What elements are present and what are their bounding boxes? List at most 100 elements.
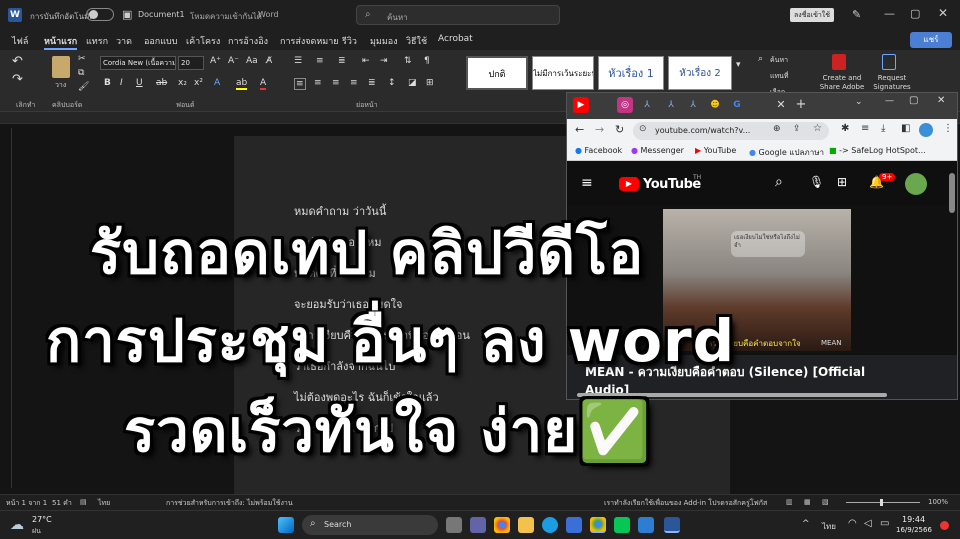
tab-file[interactable]: ไฟล์ (12, 34, 28, 48)
tab-app-icon[interactable]: ⅄ (639, 97, 655, 113)
justify-icon[interactable]: ≡ (350, 78, 358, 88)
tab-references[interactable]: การอ้างอิง (228, 34, 268, 48)
tab-app-icon[interactable]: ⅄ (663, 97, 679, 113)
weather-temp[interactable]: 27°C (32, 515, 52, 524)
youtube-logo-icon[interactable]: ▶ (619, 177, 639, 191)
text-effects-icon[interactable]: A (214, 78, 220, 88)
tab-layout[interactable]: เค้าโครง (186, 34, 220, 48)
restore-icon[interactable]: ▢ (910, 7, 920, 20)
task-view-icon[interactable] (446, 517, 462, 533)
chrome-menu-icon[interactable]: ⋮ (943, 123, 953, 134)
store-icon[interactable] (566, 517, 582, 533)
undo-icon[interactable]: ↶ (12, 54, 23, 69)
sort-icon[interactable]: ⇅ (404, 56, 412, 66)
chrome-icon[interactable] (494, 517, 510, 533)
font-name-select[interactable]: Cordia New (เนื้อความ (100, 56, 176, 70)
playlist-icon[interactable]: ≡ (861, 123, 869, 134)
close-icon[interactable]: ✕ (938, 6, 948, 20)
cut-icon[interactable]: ✂ (78, 54, 86, 64)
redo-icon[interactable]: ↷ (12, 72, 23, 87)
wifi-icon[interactable]: ◠ (848, 518, 857, 529)
tray-chevron-icon[interactable]: ^ (802, 519, 810, 529)
bullets-icon[interactable]: ☰ (294, 56, 302, 66)
find-label[interactable]: ค้นหา (770, 55, 788, 66)
share-icon[interactable]: ⇪ (793, 124, 801, 134)
autosave-toggle[interactable] (86, 8, 114, 21)
active-tab-close-icon[interactable]: ✕ (773, 97, 789, 113)
proofing-icon[interactable]: ▤ (80, 498, 87, 506)
request-sig-label[interactable]: Request Signatures (872, 74, 912, 92)
new-tab-icon[interactable]: + (793, 97, 809, 113)
subscript-button[interactable]: x₂ (178, 78, 187, 88)
bookmark-facebook[interactable]: ● Facebook (575, 146, 622, 155)
line-icon[interactable] (614, 517, 630, 533)
superscript-button[interactable]: x² (194, 78, 203, 88)
chrome-restore-icon[interactable]: ▢ (909, 95, 918, 106)
tab-draw[interactable]: วาด (116, 34, 132, 48)
minimize-icon[interactable]: — (884, 7, 895, 20)
request-signatures-icon[interactable] (882, 54, 896, 70)
weather-icon[interactable]: ☁ (10, 517, 24, 533)
back-icon[interactable]: ← (575, 123, 584, 136)
tab-help[interactable]: วิธีใช้ (406, 34, 427, 48)
tab-app-icon[interactable]: ⅄ (685, 97, 701, 113)
reload-icon[interactable]: ↻ (615, 123, 624, 136)
share-button[interactable]: แชร์ (910, 32, 952, 48)
print-layout-icon[interactable]: ▦ (804, 498, 811, 506)
borders-icon[interactable]: ⊞ (426, 78, 434, 88)
bookmark-translate[interactable]: ● Google แปลภาษา (749, 146, 824, 159)
format-painter-icon[interactable]: 🖌 (78, 82, 89, 92)
teams-icon[interactable] (470, 517, 486, 533)
tab-google-icon[interactable]: G (729, 97, 745, 113)
copy-icon[interactable]: ⧉ (78, 68, 84, 78)
download-icon[interactable]: ⤓ (881, 123, 885, 134)
increase-indent-icon[interactable]: ⇥ (380, 56, 388, 66)
hamburger-icon[interactable]: ≡ (581, 175, 593, 191)
zoom-icon[interactable]: ⊕ (773, 124, 781, 134)
tab-youtube-icon[interactable]: ▶ (573, 97, 589, 113)
tab-acrobat[interactable]: Acrobat (438, 34, 473, 44)
sidepanel-icon[interactable]: ◧ (901, 123, 910, 134)
style-no-spacing[interactable]: ไม่มีการเว้นระยะห่ (532, 56, 594, 90)
star-icon[interactable]: ☆ (813, 123, 822, 134)
bookmark-messenger[interactable]: ● Messenger (631, 146, 684, 155)
change-case-icon[interactable]: Aa (246, 56, 258, 66)
tab-design[interactable]: ออกแบบ (144, 34, 178, 48)
tab-home[interactable]: หน้าแรก (44, 34, 78, 50)
photos-icon[interactable] (638, 517, 654, 533)
bookmark-youtube[interactable]: ▶ YouTube (695, 146, 736, 155)
align-right-icon[interactable]: ≡ (332, 78, 340, 88)
word-count[interactable]: 51 คำ (52, 498, 72, 509)
accessibility-status[interactable]: การช่วยสำหรับการเข้าถึง: ไม่พร้อมใช้งาน (166, 498, 293, 509)
italic-button[interactable]: I (120, 78, 123, 88)
battery-icon[interactable]: ▭ (880, 518, 889, 529)
decrease-indent-icon[interactable]: ⇤ (362, 56, 370, 66)
language[interactable]: ไทย (98, 498, 110, 509)
clear-format-icon[interactable]: A̸ (266, 56, 272, 66)
styles-more-icon[interactable]: ▾ (736, 60, 741, 70)
highlight-icon[interactable]: ab (236, 78, 248, 90)
tab-mailings[interactable]: การส่งจดหมาย (280, 34, 339, 48)
grow-font-icon[interactable]: A⁺ (210, 56, 221, 66)
zoom-level[interactable]: 100% (928, 498, 948, 506)
shrink-font-icon[interactable]: A⁻ (228, 56, 239, 66)
numbering-icon[interactable]: ≡ (316, 56, 324, 66)
page-count[interactable]: หน้า 1 จาก 1 (6, 498, 47, 509)
yt-scrollbar[interactable] (949, 173, 955, 213)
search-box[interactable]: ⌕ ค้นหา (356, 5, 560, 25)
forward-icon[interactable]: → (595, 123, 604, 136)
focus-mode[interactable]: โฟกัส (750, 498, 767, 509)
tab-review[interactable]: รีวิว (342, 34, 357, 48)
clock-time[interactable]: 19:44 (902, 515, 925, 524)
pen-icon[interactable]: ✎ (852, 8, 861, 21)
underline-button[interactable]: U (136, 78, 143, 88)
bookmark-safelog[interactable]: ■ -> SafeLog HotSpot... (829, 146, 926, 155)
chrome-minimize-icon[interactable]: — (885, 96, 894, 106)
volume-icon[interactable]: ◁ (864, 518, 872, 529)
find-icon[interactable]: ⌕ (758, 54, 763, 64)
signin-button[interactable]: ลงชื่อเข้าใช้ (790, 8, 834, 22)
chrome-active-icon[interactable] (590, 517, 606, 533)
zoom-slider[interactable] (846, 499, 920, 506)
edge-icon[interactable] (542, 517, 558, 533)
paste-icon[interactable] (52, 56, 70, 78)
